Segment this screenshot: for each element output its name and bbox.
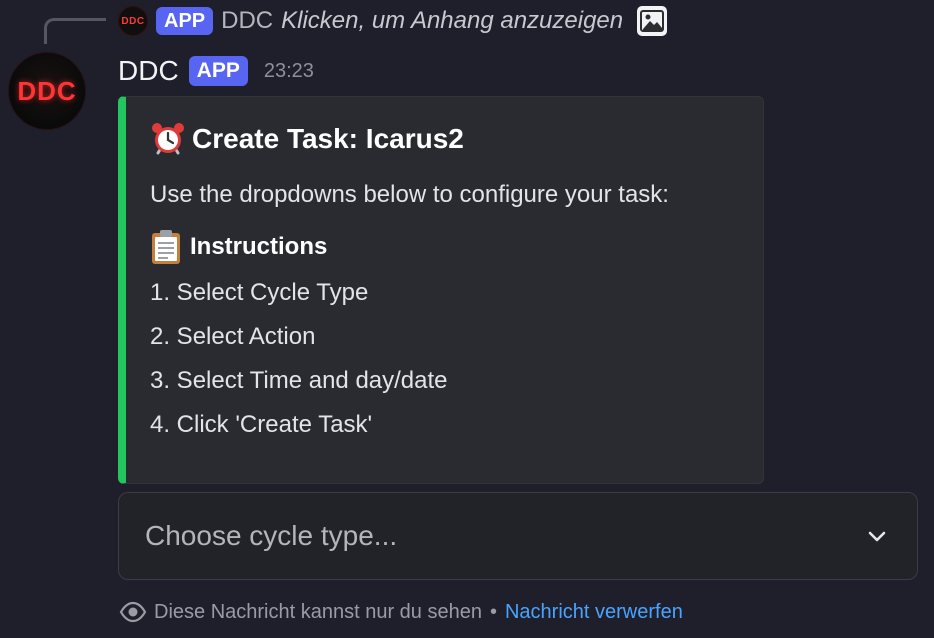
reply-author[interactable]: DDC [221,7,273,35]
eye-icon [118,597,148,627]
clipboard-icon [150,229,182,265]
instructions-list: 1. Select Cycle Type 2. Select Action 3.… [150,277,448,453]
embed-title: Create Task: Icarus2 [150,121,464,157]
app-tag: APP [188,56,248,86]
reply-preview[interactable]: DDC APP DDC Klicken, um Anhang anzuzeige… [118,4,668,38]
reply-connector-line [44,18,106,44]
embed: Create Task: Icarus2 Use the dropdowns b… [118,96,764,484]
chevron-down-icon[interactable] [857,516,897,556]
reply-attachment-text[interactable]: Klicken, um Anhang anzuzeigen [281,7,623,35]
ephemeral-notice: Diese Nachricht kannst nur du sehen [154,600,482,623]
message-header: DDC APP 23:23 [118,54,314,88]
dismiss-message-link[interactable]: Nachricht verwerfen [505,601,683,624]
cycle-type-select[interactable]: Choose cycle type... [118,492,918,580]
ephemeral-footer: Diese Nachricht kannst nur du sehen • Na… [118,596,683,628]
image-icon[interactable] [637,6,668,36]
reply-app-tag: APP [156,7,214,35]
footer-separator: • [489,600,497,623]
instructions-heading-text: Instructions [190,233,328,260]
instruction-step: 2. Select Action [150,323,316,350]
embed-description: Use the dropdowns below to configure you… [150,181,669,208]
instruction-step: 4. Click 'Create Task' [150,411,373,438]
select-placeholder: Choose cycle type... [145,520,398,551]
alarm-clock-icon [150,121,186,157]
instruction-step: 3. Select Time and day/date [150,367,448,394]
instruction-step: 1. Select Cycle Type [150,279,369,306]
reply-avatar[interactable]: DDC [118,6,148,36]
avatar[interactable]: DDC [8,52,86,130]
timestamp[interactable]: 23:23 [264,60,314,83]
instructions-heading: Instructions [150,229,327,265]
embed-title-text: Create Task: Icarus2 [192,123,464,154]
author-name[interactable]: DDC [118,55,179,87]
